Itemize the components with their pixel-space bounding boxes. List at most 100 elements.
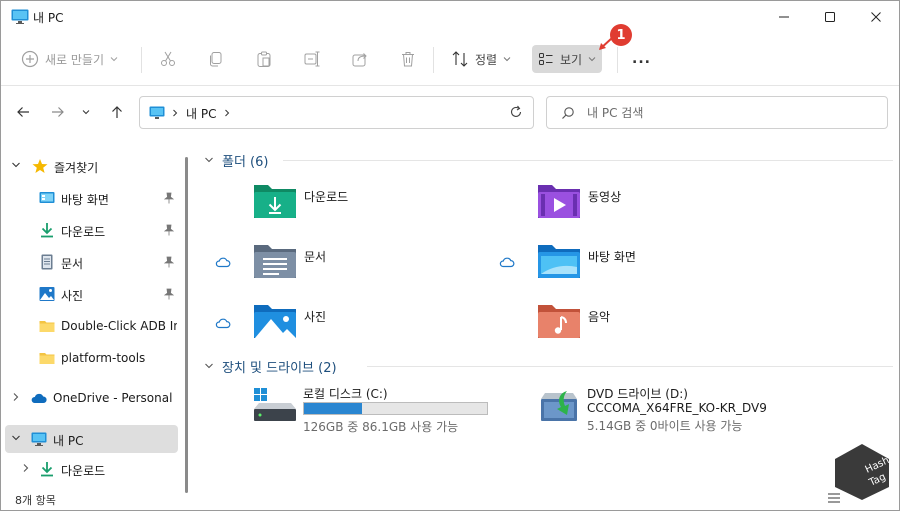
sidebar-label: 바탕 화면 <box>61 193 109 207</box>
folder-tile-music[interactable]: 음악 <box>537 303 807 347</box>
minimize-button[interactable] <box>761 1 807 33</box>
downloads-folder-icon <box>254 185 296 218</box>
sidebar-label: 즐겨찾기 <box>54 161 99 175</box>
drives-section-title: 장치 및 드라이브 (2) <box>222 361 337 376</box>
refresh-icon[interactable] <box>509 105 523 119</box>
folder-label: 바탕 화면 <box>588 250 636 264</box>
trash-icon <box>402 52 414 67</box>
view-list-icon <box>539 53 553 65</box>
chevron-down-icon <box>110 57 118 62</box>
recent-locations-button[interactable] <box>76 99 96 125</box>
navigation-pane: 즐겨찾기 바탕 화면 다운로드 문서 사진 Double-Click ADB I… <box>1 144 181 489</box>
more-label: ... <box>632 51 651 67</box>
arrow-right-icon <box>52 107 64 117</box>
view-button[interactable]: 보기 <box>532 45 603 73</box>
sidebar-item-this-pc-downloads[interactable]: 다운로드 <box>1 455 178 483</box>
sidebar-item-pictures[interactable]: 사진 <box>1 280 178 308</box>
chevron-down-icon <box>205 157 213 163</box>
folder-tile-videos[interactable]: 동영상 <box>537 183 807 227</box>
close-button[interactable] <box>853 1 899 33</box>
up-button[interactable] <box>104 99 130 125</box>
music-folder-icon <box>538 305 580 338</box>
arrow-up-icon <box>112 106 122 118</box>
folder-tile-documents[interactable]: 문서 <box>253 243 523 287</box>
search-box[interactable] <box>546 96 888 129</box>
search-input[interactable] <box>587 103 867 123</box>
maximize-button[interactable] <box>807 1 853 33</box>
sidebar-label: 사진 <box>61 289 84 303</box>
layout-toggle <box>827 491 841 508</box>
share-button[interactable] <box>351 45 369 73</box>
details-view-icon[interactable] <box>827 491 841 505</box>
sidebar-label: 문서 <box>61 257 84 271</box>
sidebar-item-folder-platform-tools[interactable]: platform-tools <box>1 344 178 372</box>
sort-icon <box>452 51 468 67</box>
folder-tile-desktop[interactable]: 바탕 화면 <box>537 243 807 287</box>
sidebar-label: Double-Click ADB Ins <box>61 319 177 333</box>
drive-free-space: 126GB 중 86.1GB 사용 가능 <box>303 420 459 434</box>
drive-tile-c[interactable]: 로컬 디스크 (C:) 126GB 중 86.1GB 사용 가능 <box>253 385 503 435</box>
chevron-down-icon <box>205 363 213 369</box>
sidebar-scrollbar[interactable] <box>185 157 188 493</box>
star-icon <box>32 159 48 173</box>
see-more-button[interactable]: ... <box>632 45 651 73</box>
new-label: 새로 만들기 <box>45 52 105 67</box>
download-icon <box>41 462 53 477</box>
drive-name: 로컬 디스크 (C:) <box>303 387 388 401</box>
this-pc-icon <box>149 106 165 119</box>
back-button[interactable] <box>10 99 36 125</box>
plus-circle-icon <box>21 50 39 68</box>
this-pc-icon <box>11 9 29 24</box>
paste-button[interactable] <box>255 45 273 73</box>
view-label: 보기 <box>560 52 583 67</box>
separator <box>141 47 142 73</box>
rename-button[interactable] <box>303 45 321 73</box>
sidebar-item-this-pc[interactable]: 내 PC <box>5 425 178 453</box>
forward-button[interactable] <box>45 99 71 125</box>
drive-tile-d[interactable]: DVD 드라이브 (D:) CCCOMA_X64FRE_KO-KR_DV9 5.… <box>537 385 797 435</box>
cloud-status-icon <box>499 257 515 268</box>
folder-icon <box>39 353 55 364</box>
drive-usage-bar <box>303 402 488 415</box>
sidebar-item-downloads[interactable]: 다운로드 <box>1 216 178 244</box>
sidebar-item-quick-access[interactable]: 즐겨찾기 <box>1 152 178 180</box>
arrow-left-icon <box>17 107 29 117</box>
videos-folder-icon <box>538 185 580 218</box>
folder-tile-downloads[interactable]: 다운로드 <box>253 183 523 227</box>
sidebar-label: platform-tools <box>61 351 146 365</box>
cut-button[interactable] <box>159 45 177 73</box>
sidebar-item-folder-adb[interactable]: Double-Click ADB Ins <box>1 312 178 340</box>
copy-button[interactable] <box>207 45 225 73</box>
documents-folder-icon <box>254 245 296 278</box>
onedrive-cloud-icon <box>31 393 47 403</box>
sidebar-label: 다운로드 <box>61 225 106 239</box>
chevron-right-icon <box>13 393 19 401</box>
chevron-right-icon <box>173 109 178 117</box>
watermark-logo-icon: Hash Tag <box>835 444 891 500</box>
drive-free-space: 5.14GB 중 0바이트 사용 가능 <box>587 419 743 433</box>
folder-tile-pictures[interactable]: 사진 <box>253 303 523 347</box>
divider <box>1 85 899 86</box>
folder-label: 문서 <box>304 250 327 264</box>
sidebar-item-desktop[interactable]: 바탕 화면 <box>1 184 178 212</box>
address-bar[interactable]: 내 PC <box>139 96 534 129</box>
delete-button[interactable] <box>399 45 417 73</box>
document-icon <box>41 254 53 270</box>
sidebar-item-documents[interactable]: 문서 <box>1 248 178 276</box>
chevron-right-icon <box>23 464 29 472</box>
sidebar-item-onedrive[interactable]: OneDrive - Personal <box>1 384 178 412</box>
folder-label: 사진 <box>304 310 327 324</box>
divider <box>283 160 893 161</box>
breadcrumb-this-pc[interactable]: 내 PC <box>186 105 216 122</box>
drives-section-header[interactable]: 장치 및 드라이브 (2) <box>202 356 382 376</box>
sort-button[interactable]: 정렬 <box>451 45 511 73</box>
new-button[interactable]: 새로 만들기 <box>21 45 118 73</box>
maximize-icon <box>825 12 835 22</box>
desktop-folder-icon <box>538 245 580 278</box>
pictures-icon <box>39 287 55 301</box>
chevron-down-icon <box>12 435 20 441</box>
chevron-down-icon <box>82 110 90 115</box>
chevron-down-icon <box>12 162 20 168</box>
title-bar: 내 PC <box>1 1 899 33</box>
scissors-icon <box>161 51 175 66</box>
